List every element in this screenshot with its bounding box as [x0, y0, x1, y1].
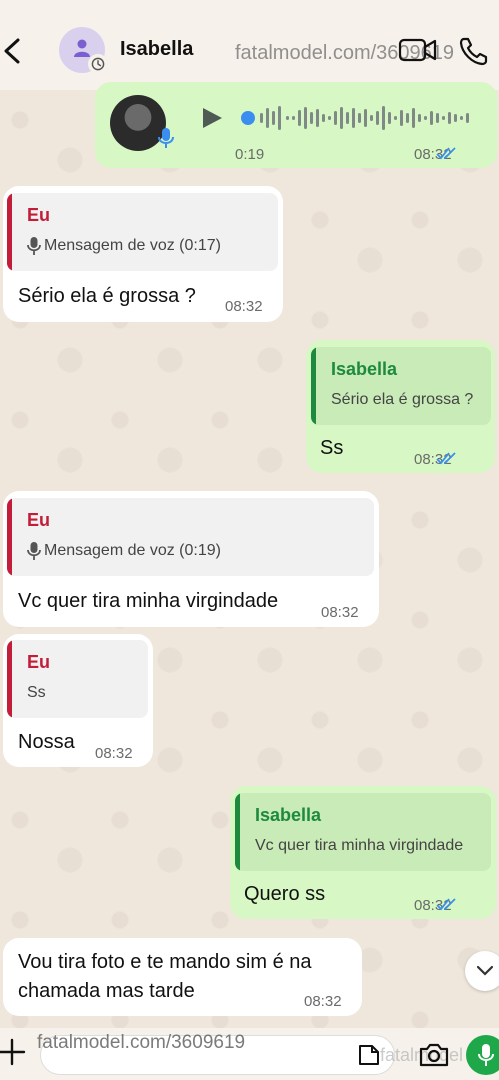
quote-author: Isabella	[331, 359, 398, 379]
quoted-message[interactable]: Eu Ss	[7, 640, 148, 718]
mic-icon	[27, 237, 41, 255]
sticker-icon[interactable]	[356, 1042, 382, 1068]
disappearing-timer-icon	[88, 54, 108, 74]
mic-icon	[478, 1044, 494, 1066]
quote-text: Vc quer tira minha virgindade	[255, 837, 464, 854]
scroll-to-bottom-button[interactable]	[465, 951, 499, 991]
quote-bar	[7, 193, 12, 271]
quote-bar	[7, 640, 12, 718]
message-text: Sério ela é grossa ?	[18, 285, 196, 307]
play-icon[interactable]	[200, 106, 224, 130]
message-text-line: Vou tira foto e te mando sim é na	[18, 951, 312, 973]
read-ticks-icon	[436, 147, 456, 160]
voice-waveform[interactable]	[240, 103, 480, 133]
quote-author: Eu	[27, 510, 51, 530]
message-text: Nossa	[18, 731, 75, 753]
person-icon	[74, 39, 90, 57]
record-voice-button[interactable]	[466, 1035, 499, 1075]
read-ticks-icon	[436, 452, 456, 465]
voice-duration: 0:19	[235, 146, 265, 163]
quote-author: Isabella	[255, 805, 322, 825]
message-text: Quero ss	[244, 883, 326, 905]
quote-bar	[7, 498, 12, 576]
message-time: 08:32	[225, 298, 263, 315]
plus-icon[interactable]	[0, 1038, 28, 1066]
video-call-icon[interactable]	[398, 37, 438, 63]
quote-text: Mensagem de voz (0:19)	[44, 542, 221, 559]
message-text-line: chamada mas tarde	[18, 980, 195, 1002]
mic-icon	[158, 128, 174, 148]
quote-text: Mensagem de voz (0:17)	[44, 237, 221, 254]
message-text: Ss	[320, 437, 344, 459]
quoted-message[interactable]: Isabella Sério ela é grossa ?	[311, 347, 491, 425]
watermark-input: fatalmodel.com/3609619	[37, 1032, 246, 1053]
quote-text: Sério ela é grossa ?	[331, 391, 474, 408]
quote-bar	[311, 347, 316, 425]
camera-icon[interactable]	[418, 1042, 450, 1068]
chevron-down-icon	[476, 965, 494, 976]
message-time: 08:32	[304, 993, 342, 1010]
mic-icon	[27, 542, 41, 560]
message-text: Vc quer tira minha virgindade	[18, 590, 279, 612]
quoted-message[interactable]: Isabella Vc quer tira minha virgindade	[235, 793, 491, 871]
quoted-message[interactable]: Eu Mensagem de voz (0:19)	[7, 498, 374, 576]
quote-author: Eu	[27, 652, 51, 672]
quote-bar	[235, 793, 240, 871]
read-ticks-icon	[436, 898, 456, 911]
quote-author: Eu	[27, 205, 51, 225]
message-time: 08:32	[95, 745, 133, 762]
quote-text: Ss	[27, 684, 46, 701]
back-arrow-icon[interactable]	[2, 30, 30, 70]
contact-name[interactable]: Isabella	[120, 38, 193, 61]
phone-call-icon[interactable]	[458, 35, 490, 67]
message-time: 08:32	[321, 604, 359, 621]
quoted-message[interactable]: Eu Mensagem de voz (0:17)	[7, 193, 278, 271]
